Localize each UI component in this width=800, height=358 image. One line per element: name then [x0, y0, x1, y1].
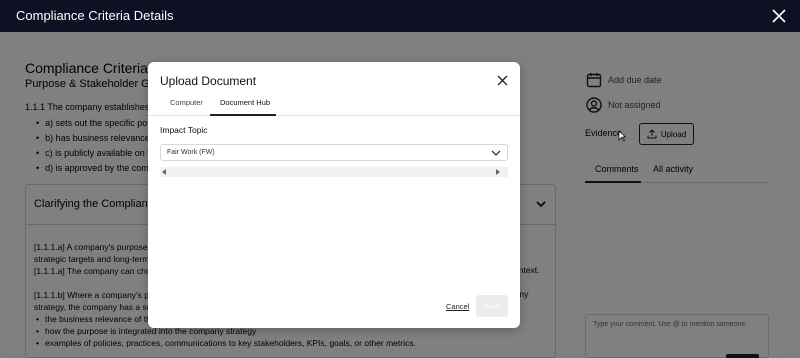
save-label: Save	[483, 301, 501, 311]
cancel-button[interactable]: Cancel	[446, 302, 469, 311]
list-item: c) is publicly available on the	[36, 148, 160, 163]
tab-comments[interactable]: Comments	[595, 164, 639, 174]
modal-title: Upload Document	[160, 74, 257, 88]
chevron-down-icon[interactable]	[535, 198, 547, 210]
active-tab-indicator	[585, 181, 641, 183]
activity-tabs: Comments All activity	[585, 160, 769, 183]
upload-document-modal: Upload Document Computer Document Hub Im…	[148, 62, 520, 328]
assignee-label: Not assigned	[608, 100, 661, 110]
select-value: Fair Work (FW)	[167, 149, 215, 156]
comment-input[interactable]: Type your comment. Use @ to mention some…	[585, 314, 769, 358]
impact-topic-label: Impact Topic	[160, 125, 208, 135]
app-header: Compliance Criteria Details	[0, 0, 800, 32]
criteria-title: Compliance Criteria 1	[25, 60, 160, 76]
scroll-left-icon[interactable]	[162, 169, 166, 175]
comment-placeholder: Type your comment. Use @ to mention some…	[593, 321, 748, 328]
horizontal-scrollbar[interactable]	[160, 167, 508, 177]
criteria-list: a) sets out the specific positi b) has b…	[36, 118, 160, 178]
impact-topic-select[interactable]: Fair Work (FW)	[160, 144, 508, 161]
list-item: examples of policies, practices, communi…	[34, 337, 416, 349]
tab-computer[interactable]: Computer	[170, 98, 203, 107]
upload-button[interactable]: Upload	[639, 123, 694, 145]
due-date-row[interactable]: Add due date	[586, 72, 662, 88]
modal-tabs: Computer Document Hub	[148, 92, 520, 116]
user-icon	[586, 97, 602, 113]
list-item: a) sets out the specific positi	[36, 118, 160, 133]
chevron-down-icon	[491, 150, 501, 156]
list-item: b) has business relevance a	[36, 133, 160, 148]
scroll-right-icon[interactable]	[496, 169, 500, 175]
upload-label: Upload	[660, 129, 687, 139]
assignee-row[interactable]: Not assigned	[586, 97, 661, 113]
tab-document-hub[interactable]: Document Hub	[220, 98, 270, 107]
cursor-icon	[618, 130, 626, 142]
list-item: d) is approved by the compa	[36, 163, 160, 178]
close-icon[interactable]	[497, 75, 508, 86]
due-date-label: Add due date	[608, 75, 662, 85]
calendar-icon	[586, 73, 602, 88]
page-title: Compliance Criteria Details	[16, 8, 174, 23]
send-button[interactable]	[726, 354, 759, 358]
save-button[interactable]: Save	[476, 295, 508, 317]
close-icon[interactable]	[770, 7, 788, 25]
evidence-label: Evidence	[585, 128, 623, 138]
criteria-intro: 1.1.1 The company establishes a p	[25, 102, 165, 112]
upload-icon	[647, 129, 657, 139]
active-tab-indicator	[210, 114, 276, 116]
accordion-title: Clarifying the Compliance	[34, 198, 160, 210]
tab-all-activity[interactable]: All activity	[653, 164, 693, 174]
